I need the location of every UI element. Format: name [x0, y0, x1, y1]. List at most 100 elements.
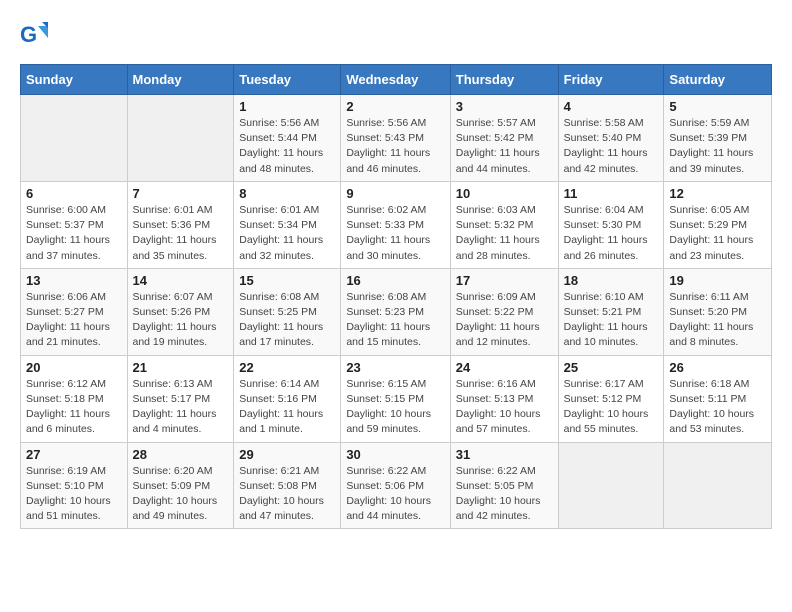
day-number: 24 — [456, 360, 553, 375]
day-info: Sunrise: 6:00 AM Sunset: 5:37 PM Dayligh… — [26, 203, 122, 264]
calendar-week-row: 20 Sunrise: 6:12 AM Sunset: 5:18 PM Dayli… — [21, 355, 772, 442]
day-info: Sunrise: 6:18 AM Sunset: 5:11 PM Dayligh… — [669, 377, 766, 438]
calendar-day-cell: 4 Sunrise: 5:58 AM Sunset: 5:40 PM Daylig… — [558, 95, 664, 182]
day-number: 22 — [239, 360, 335, 375]
day-info: Sunrise: 6:22 AM Sunset: 5:06 PM Dayligh… — [346, 464, 444, 525]
day-info: Sunrise: 6:06 AM Sunset: 5:27 PM Dayligh… — [26, 290, 122, 351]
calendar-day-cell: 7 Sunrise: 6:01 AM Sunset: 5:36 PM Daylig… — [127, 181, 234, 268]
day-number: 4 — [564, 99, 659, 114]
day-number: 23 — [346, 360, 444, 375]
calendar-day-cell: 15 Sunrise: 6:08 AM Sunset: 5:25 PM Dayli… — [234, 268, 341, 355]
calendar-week-row: 1Sunrise: 5:56 AM Sunset: 5:44 PM Daylig… — [21, 95, 772, 182]
day-number: 16 — [346, 273, 444, 288]
day-info: Sunrise: 6:17 AM Sunset: 5:12 PM Dayligh… — [564, 377, 659, 438]
day-info: Sunrise: 6:02 AM Sunset: 5:33 PM Dayligh… — [346, 203, 444, 264]
day-info: Sunrise: 6:09 AM Sunset: 5:22 PM Dayligh… — [456, 290, 553, 351]
day-info: Sunrise: 6:19 AM Sunset: 5:10 PM Dayligh… — [26, 464, 122, 525]
calendar-day-cell: 24Sunrise: 6:16 AM Sunset: 5:13 PM Dayli… — [450, 355, 558, 442]
day-info: Sunrise: 6:12 AM Sunset: 5:18 PM Dayligh… — [26, 377, 122, 438]
day-info: Sunrise: 6:15 AM Sunset: 5:15 PM Dayligh… — [346, 377, 444, 438]
calendar-day-cell: 1Sunrise: 5:56 AM Sunset: 5:44 PM Daylig… — [234, 95, 341, 182]
calendar-day-cell: 11 Sunrise: 6:04 AM Sunset: 5:30 PM Dayli… — [558, 181, 664, 268]
day-number: 25 — [564, 360, 659, 375]
day-info: Sunrise: 6:14 AM Sunset: 5:16 PM Dayligh… — [239, 377, 335, 438]
calendar-day-cell: 26 Sunrise: 6:18 AM Sunset: 5:11 PM Dayli… — [664, 355, 772, 442]
calendar-day-cell — [558, 442, 664, 529]
calendar-day-cell: 16 Sunrise: 6:08 AM Sunset: 5:23 PM Dayli… — [341, 268, 450, 355]
calendar-day-cell: 17 Sunrise: 6:09 AM Sunset: 5:22 PM Dayli… — [450, 268, 558, 355]
day-number: 15 — [239, 273, 335, 288]
day-number: 2 — [346, 99, 444, 114]
day-number: 29 — [239, 447, 335, 462]
calendar-day-cell: 9 Sunrise: 6:02 AM Sunset: 5:33 PM Daylig… — [341, 181, 450, 268]
day-info: Sunrise: 6:08 AM Sunset: 5:23 PM Dayligh… — [346, 290, 444, 351]
day-info: Sunrise: 6:01 AM Sunset: 5:34 PM Dayligh… — [239, 203, 335, 264]
day-info: Sunrise: 6:10 AM Sunset: 5:21 PM Dayligh… — [564, 290, 659, 351]
day-info: Sunrise: 6:08 AM Sunset: 5:25 PM Dayligh… — [239, 290, 335, 351]
day-number: 13 — [26, 273, 122, 288]
calendar-week-row: 6 Sunrise: 6:00 AM Sunset: 5:37 PM Daylig… — [21, 181, 772, 268]
day-info: Sunrise: 6:21 AM Sunset: 5:08 PM Dayligh… — [239, 464, 335, 525]
day-number: 5 — [669, 99, 766, 114]
calendar-week-row: 13 Sunrise: 6:06 AM Sunset: 5:27 PM Dayli… — [21, 268, 772, 355]
calendar-day-cell: 20 Sunrise: 6:12 AM Sunset: 5:18 PM Dayli… — [21, 355, 128, 442]
day-number: 31 — [456, 447, 553, 462]
day-info: Sunrise: 6:04 AM Sunset: 5:30 PM Dayligh… — [564, 203, 659, 264]
day-number: 9 — [346, 186, 444, 201]
day-number: 14 — [133, 273, 229, 288]
calendar-day-cell: 23 Sunrise: 6:15 AM Sunset: 5:15 PM Dayli… — [341, 355, 450, 442]
day-info: Sunrise: 6:20 AM Sunset: 5:09 PM Dayligh… — [133, 464, 229, 525]
day-info: Sunrise: 6:11 AM Sunset: 5:20 PM Dayligh… — [669, 290, 766, 351]
calendar-day-cell: 6 Sunrise: 6:00 AM Sunset: 5:37 PM Daylig… — [21, 181, 128, 268]
weekday-header-cell: Saturday — [664, 65, 772, 95]
logo-icon: G — [20, 20, 48, 48]
calendar-day-cell: 12 Sunrise: 6:05 AM Sunset: 5:29 PM Dayli… — [664, 181, 772, 268]
weekday-header-cell: Friday — [558, 65, 664, 95]
day-number: 6 — [26, 186, 122, 201]
calendar-day-cell — [21, 95, 128, 182]
day-number: 20 — [26, 360, 122, 375]
day-number: 30 — [346, 447, 444, 462]
day-info: Sunrise: 6:05 AM Sunset: 5:29 PM Dayligh… — [669, 203, 766, 264]
day-number: 17 — [456, 273, 553, 288]
day-info: Sunrise: 6:01 AM Sunset: 5:36 PM Dayligh… — [133, 203, 229, 264]
day-number: 12 — [669, 186, 766, 201]
day-info: Sunrise: 6:22 AM Sunset: 5:05 PM Dayligh… — [456, 464, 553, 525]
calendar-day-cell: 28 Sunrise: 6:20 AM Sunset: 5:09 PM Dayli… — [127, 442, 234, 529]
calendar-day-cell: 3 Sunrise: 5:57 AM Sunset: 5:42 PM Daylig… — [450, 95, 558, 182]
logo: G — [20, 20, 52, 48]
day-info: Sunrise: 6:13 AM Sunset: 5:17 PM Dayligh… — [133, 377, 229, 438]
weekday-header-cell: Wednesday — [341, 65, 450, 95]
calendar-day-cell: 31 Sunrise: 6:22 AM Sunset: 5:05 PM Dayli… — [450, 442, 558, 529]
day-number: 11 — [564, 186, 659, 201]
calendar-day-cell: 10Sunrise: 6:03 AM Sunset: 5:32 PM Dayli… — [450, 181, 558, 268]
calendar-day-cell: 25 Sunrise: 6:17 AM Sunset: 5:12 PM Dayli… — [558, 355, 664, 442]
day-info: Sunrise: 5:58 AM Sunset: 5:40 PM Dayligh… — [564, 116, 659, 177]
weekday-header-cell: Monday — [127, 65, 234, 95]
day-number: 8 — [239, 186, 335, 201]
calendar-day-cell: 21 Sunrise: 6:13 AM Sunset: 5:17 PM Dayli… — [127, 355, 234, 442]
day-number: 18 — [564, 273, 659, 288]
calendar-day-cell — [664, 442, 772, 529]
day-number: 7 — [133, 186, 229, 201]
day-info: Sunrise: 6:07 AM Sunset: 5:26 PM Dayligh… — [133, 290, 229, 351]
calendar-day-cell — [127, 95, 234, 182]
header: G — [20, 20, 772, 48]
day-info: Sunrise: 5:59 AM Sunset: 5:39 PM Dayligh… — [669, 116, 766, 177]
day-info: Sunrise: 5:56 AM Sunset: 5:43 PM Dayligh… — [346, 116, 444, 177]
weekday-header-row: SundayMondayTuesdayWednesdayThursdayFrid… — [21, 65, 772, 95]
weekday-header-cell: Sunday — [21, 65, 128, 95]
calendar-body: 1Sunrise: 5:56 AM Sunset: 5:44 PM Daylig… — [21, 95, 772, 529]
day-number: 28 — [133, 447, 229, 462]
day-number: 3 — [456, 99, 553, 114]
calendar-day-cell: 27 Sunrise: 6:19 AM Sunset: 5:10 PM Dayli… — [21, 442, 128, 529]
weekday-header-cell: Tuesday — [234, 65, 341, 95]
day-number: 1 — [239, 99, 335, 114]
day-number: 26 — [669, 360, 766, 375]
calendar-day-cell: 2 Sunrise: 5:56 AM Sunset: 5:43 PM Daylig… — [341, 95, 450, 182]
day-info: Sunrise: 5:57 AM Sunset: 5:42 PM Dayligh… — [456, 116, 553, 177]
day-number: 21 — [133, 360, 229, 375]
day-number: 27 — [26, 447, 122, 462]
calendar-day-cell: 5 Sunrise: 5:59 AM Sunset: 5:39 PM Daylig… — [664, 95, 772, 182]
weekday-header-cell: Thursday — [450, 65, 558, 95]
